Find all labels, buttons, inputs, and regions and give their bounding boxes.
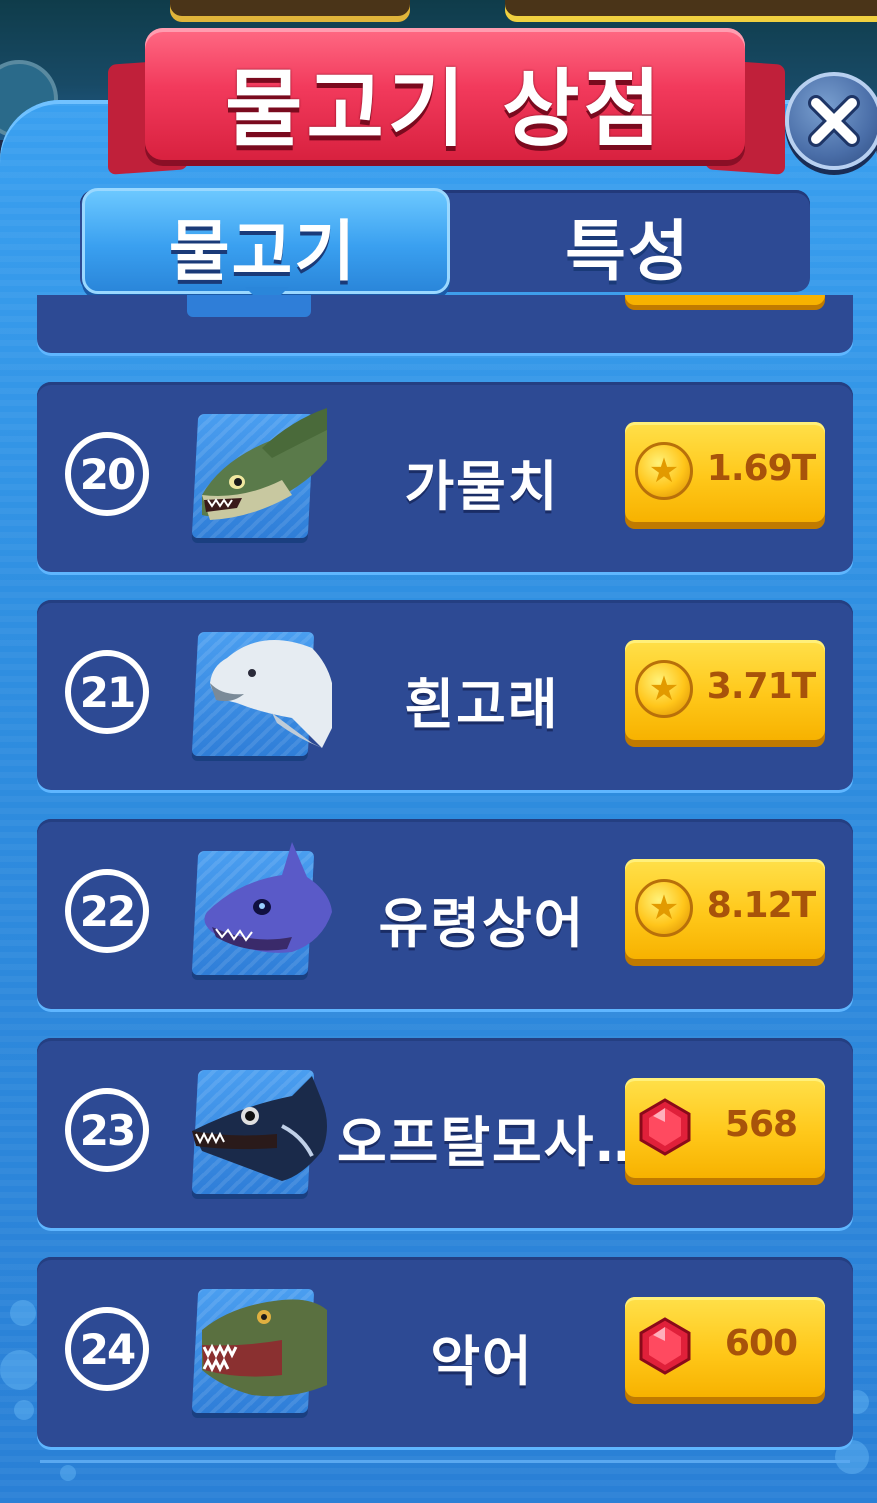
title-ribbon: 물고기 상점 — [145, 28, 745, 160]
list-item[interactable]: 20 가물치 1.69T — [37, 382, 853, 572]
background-plank — [505, 0, 877, 22]
buy-button[interactable]: 1.69T — [625, 422, 825, 522]
price-label: 3.71T — [706, 666, 816, 707]
fish-name: 오프탈모사… — [337, 1111, 627, 1174]
fish-card-partial — [187, 295, 311, 317]
ruby-gem-icon — [639, 1317, 691, 1375]
ophthalmosaurus-icon — [192, 1076, 327, 1181]
close-icon — [808, 95, 860, 147]
coin-icon — [635, 660, 693, 718]
fish-name: 가물치 — [404, 455, 560, 518]
ghost-shark-icon — [204, 842, 332, 953]
buy-button[interactable]: 3.71T — [625, 640, 825, 740]
buy-button[interactable]: 568 — [625, 1078, 825, 1178]
price-label: 1.69T — [706, 448, 816, 489]
fish-name: 유령상어 — [378, 892, 586, 955]
bubble-decoration — [0, 1350, 40, 1390]
buy-button[interactable]: 8.12T — [625, 859, 825, 959]
tab-traits[interactable]: 특성 — [446, 198, 810, 294]
price-label: 568 — [724, 1104, 798, 1145]
price-label: 8.12T — [706, 885, 816, 926]
list-item[interactable]: 22 유령상어 8.12T — [37, 819, 853, 1009]
rank-number: 24 — [65, 1307, 149, 1391]
rank-number: 21 — [65, 650, 149, 734]
fish-name: 악어 — [430, 1330, 534, 1393]
coin-icon — [635, 879, 693, 937]
list-item-partial — [37, 295, 853, 353]
bubble-decoration — [10, 1300, 36, 1326]
snakehead-fish-icon — [202, 408, 327, 520]
fish-name: 흰고래 — [404, 673, 560, 736]
buy-button[interactable]: 600 — [625, 1297, 825, 1397]
background-plank — [170, 0, 410, 22]
rank-number: 23 — [65, 1088, 149, 1172]
ruby-gem-icon — [639, 1098, 691, 1156]
coin-icon — [635, 442, 693, 500]
list-item[interactable]: 23 오프탈모사… 568 — [37, 1038, 853, 1228]
list-item[interactable]: 24 악어 600 — [37, 1257, 853, 1447]
beluga-whale-icon — [210, 640, 332, 748]
bubble-decoration — [60, 1465, 76, 1481]
buy-button-partial — [625, 295, 825, 305]
close-button[interactable] — [785, 72, 877, 170]
list-bottom-divider — [40, 1460, 850, 1463]
rank-number: 20 — [65, 432, 149, 516]
crocodile-icon — [202, 1299, 327, 1397]
page-title: 물고기 상점 — [225, 60, 665, 158]
tab-fish-label: 물고기 — [168, 213, 358, 290]
rank-number: 22 — [65, 869, 149, 953]
price-label: 600 — [724, 1323, 798, 1364]
list-item[interactable]: 21 흰고래 3.71T — [37, 600, 853, 790]
bubble-decoration — [14, 1400, 34, 1420]
